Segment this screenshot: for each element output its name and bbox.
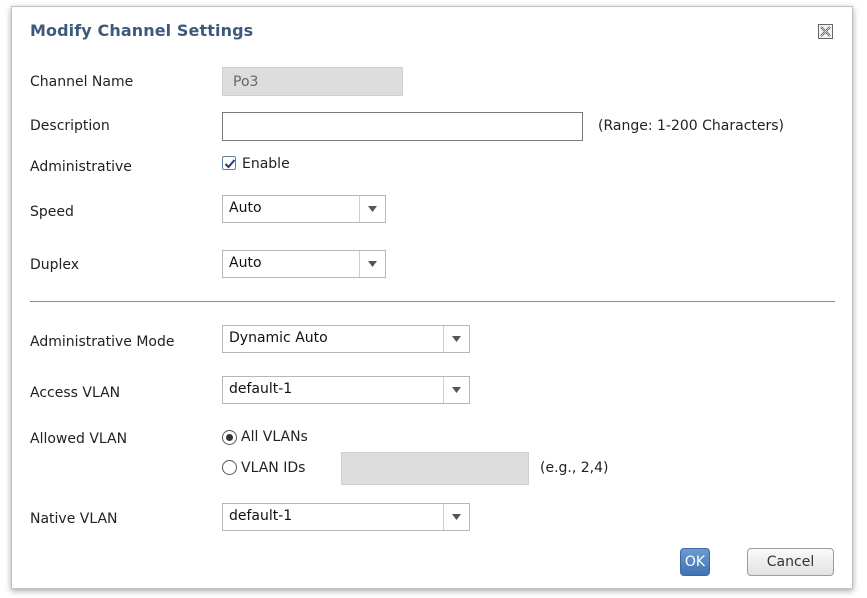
native-vlan-label: Native VLAN [30,511,118,527]
all-vlans-label: All VLANs [241,429,308,445]
speed-label: Speed [30,204,74,220]
admin-mode-value: Dynamic Auto [229,330,328,346]
channel-name-label: Channel Name [30,74,134,90]
duplex-value: Auto [229,255,262,271]
chevron-down-icon [359,196,385,222]
duplex-select[interactable]: Auto [222,250,386,278]
vlan-ids-label: VLAN IDs [241,460,306,476]
ok-button[interactable]: OK [680,548,710,576]
native-vlan-value: default-1 [229,508,293,524]
enable-label: Enable [242,156,290,172]
radio-selected-dot [226,434,233,441]
dialog-title: Modify Channel Settings [30,21,254,40]
cancel-button[interactable]: Cancel [747,548,834,576]
speed-value: Auto [229,200,262,216]
vlan-ids-hint: (e.g., 2,4) [540,460,609,476]
allowed-vlan-label: Allowed VLAN [30,431,128,447]
vlan-ids-radio[interactable] [222,460,237,475]
vlan-ids-input [341,452,529,485]
admin-mode-select[interactable]: Dynamic Auto [222,325,470,353]
close-icon[interactable] [817,23,834,40]
section-divider [30,301,835,302]
administrative-label: Administrative [30,159,132,175]
admin-mode-label: Administrative Mode [30,334,175,350]
description-label: Description [30,118,110,134]
access-vlan-value: default-1 [229,381,293,397]
duplex-label: Duplex [30,257,80,273]
description-input[interactable] [222,112,583,141]
all-vlans-radio[interactable] [222,430,237,445]
description-hint: (Range: 1-200 Characters) [598,118,785,134]
access-vlan-select[interactable]: default-1 [222,376,470,404]
channel-name-field [222,67,403,96]
access-vlan-label: Access VLAN [30,385,121,401]
native-vlan-select[interactable]: default-1 [222,503,470,531]
modify-channel-dialog [11,6,853,589]
chevron-down-icon [359,251,385,277]
chevron-down-icon [443,504,469,530]
speed-select[interactable]: Auto [222,195,386,223]
checkmark-icon [224,159,236,169]
chevron-down-icon [443,377,469,403]
enable-checkbox[interactable] [222,156,236,170]
chevron-down-icon [443,326,469,352]
